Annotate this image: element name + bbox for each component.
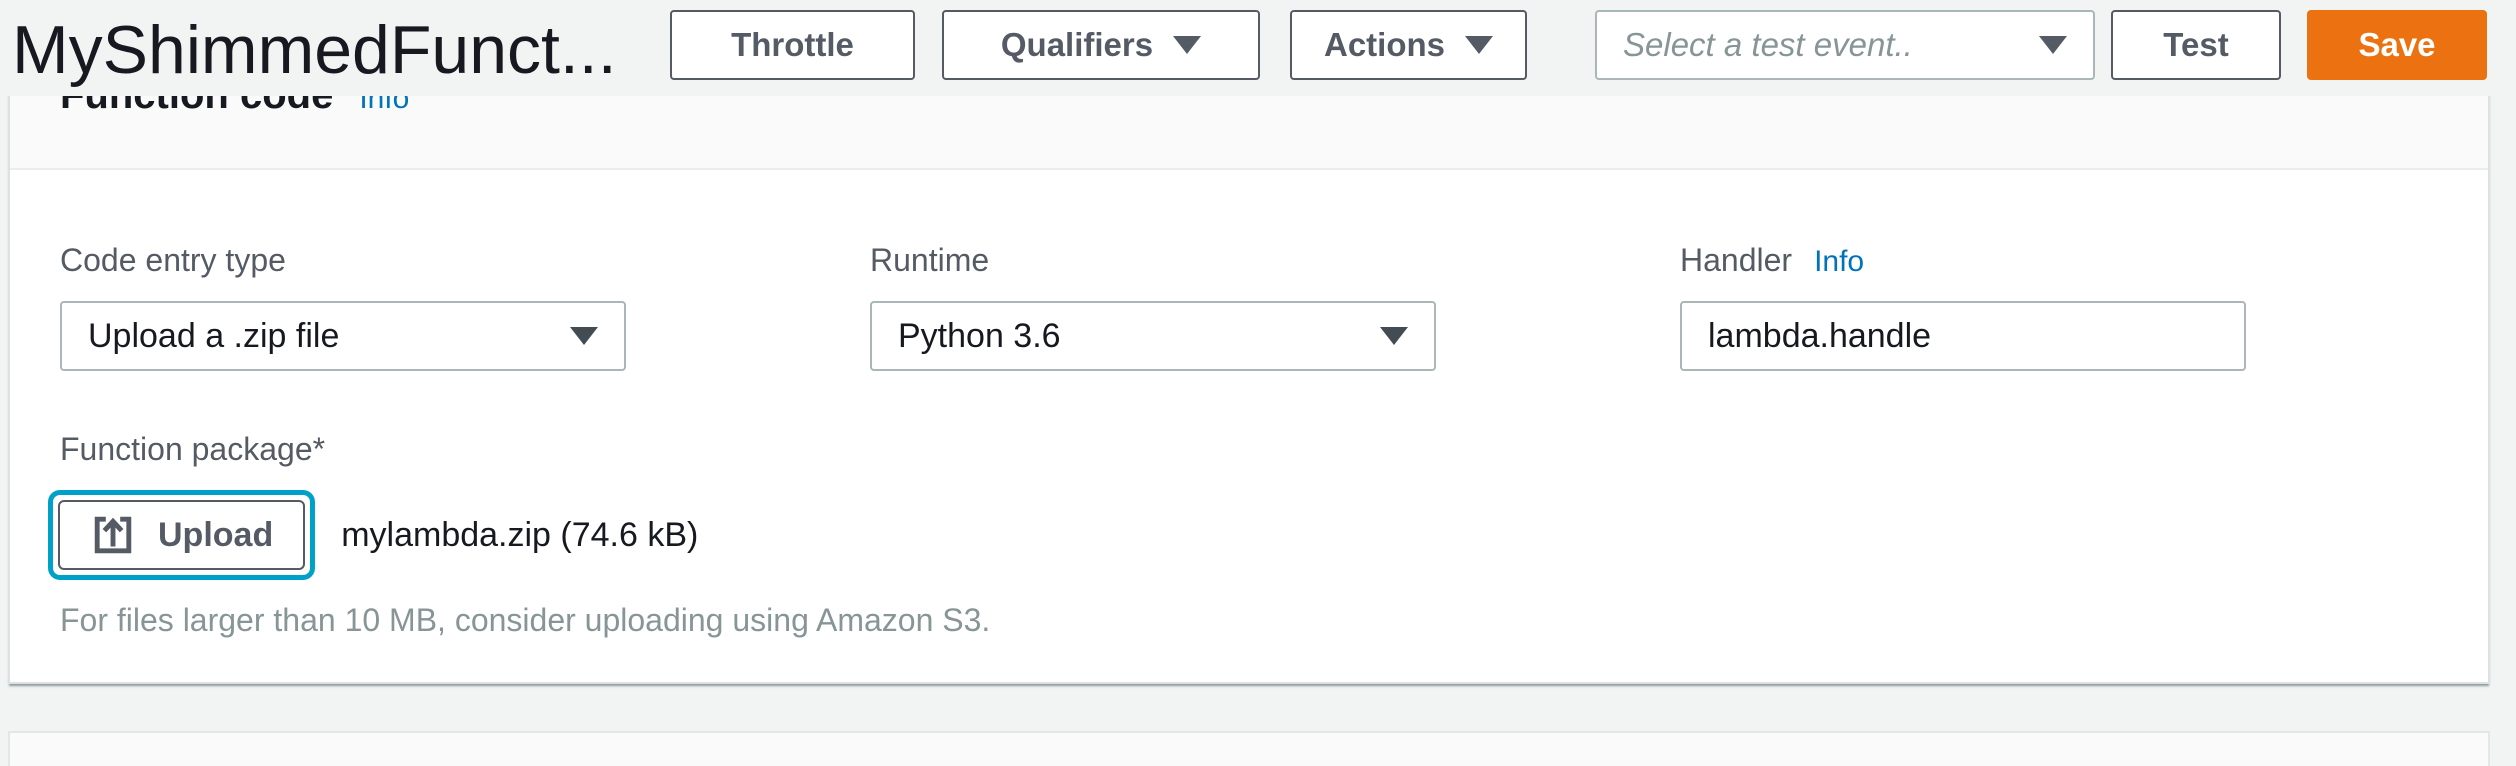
function-package-label: Function package* — [60, 431, 2438, 468]
code-settings-row: Code entry type Upload a .zip file Runti… — [60, 242, 2438, 371]
upload-button-label: Upload — [158, 516, 273, 555]
function-package-section: Function package* Upload mylambda.zip (7… — [60, 431, 2438, 639]
caret-down-icon — [1380, 327, 1408, 345]
qualifiers-dropdown-button[interactable]: Qualifiers — [942, 10, 1260, 80]
save-button-label: Save — [2358, 26, 2435, 64]
runtime-label: Runtime — [870, 242, 1436, 279]
handler-input[interactable] — [1680, 301, 2246, 371]
function-header-bar: MyShimmedFunct... Throttle Qualifiers Ac… — [0, 0, 2516, 96]
caret-down-icon — [1465, 36, 1493, 54]
upload-button[interactable]: Upload — [58, 500, 305, 570]
qualifiers-button-label: Qualifiers — [1001, 26, 1153, 64]
test-event-placeholder: Select a test event.. — [1623, 26, 1913, 64]
function-code-panel: Function codeInfo Code entry type Upload… — [8, 58, 2490, 684]
next-panel — [8, 731, 2490, 766]
handler-label: Handler — [1680, 242, 1792, 278]
runtime-select[interactable]: Python 3.6 — [870, 301, 1436, 371]
runtime-field: Runtime Python 3.6 — [870, 242, 1436, 371]
actions-dropdown-button[interactable]: Actions — [1290, 10, 1527, 80]
function-name-title: MyShimmedFunct... — [12, 0, 617, 96]
test-button-label: Test — [2163, 26, 2228, 64]
upload-helper-text: For files larger than 10 MB, consider up… — [60, 602, 2438, 639]
upload-button-focus-ring: Upload — [48, 490, 315, 580]
save-button[interactable]: Save — [2307, 10, 2487, 80]
handler-info-link[interactable]: Info — [1814, 245, 1864, 278]
function-code-panel-body: Code entry type Upload a .zip file Runti… — [10, 170, 2488, 639]
function-package-row: Upload mylambda.zip (74.6 kB) — [60, 490, 2438, 580]
actions-button-label: Actions — [1324, 26, 1445, 64]
uploaded-file-info: mylambda.zip (74.6 kB) — [341, 516, 698, 555]
caret-down-icon — [1173, 36, 1201, 54]
throttle-button[interactable]: Throttle — [670, 10, 915, 80]
throttle-button-label: Throttle — [731, 26, 854, 64]
code-entry-type-field: Code entry type Upload a .zip file — [60, 242, 626, 371]
runtime-value: Python 3.6 — [898, 317, 1061, 356]
code-entry-type-select[interactable]: Upload a .zip file — [60, 301, 626, 371]
handler-label-row: Handler Info — [1680, 242, 2246, 279]
code-entry-type-label: Code entry type — [60, 242, 626, 279]
test-button[interactable]: Test — [2111, 10, 2281, 80]
upload-icon — [90, 512, 136, 558]
handler-field: Handler Info — [1680, 242, 2246, 371]
code-entry-type-value: Upload a .zip file — [88, 317, 339, 356]
caret-down-icon — [570, 327, 598, 345]
test-event-select[interactable]: Select a test event.. — [1595, 10, 2095, 80]
caret-down-icon — [2039, 36, 2067, 54]
